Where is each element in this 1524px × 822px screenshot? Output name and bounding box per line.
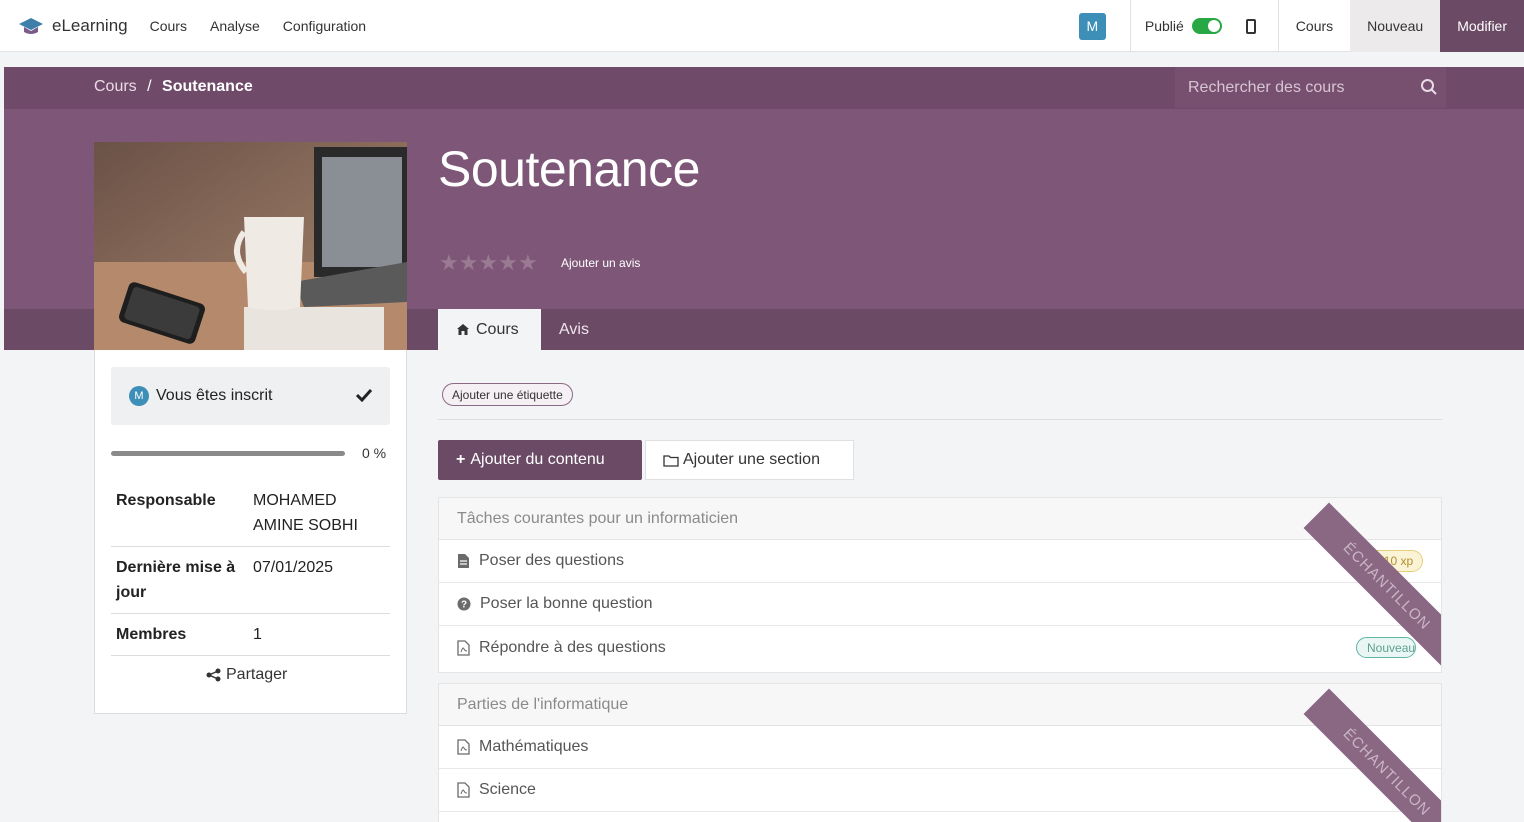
info-row-members: Membres 1 bbox=[111, 614, 390, 656]
document-icon bbox=[458, 554, 469, 568]
home-icon bbox=[457, 324, 469, 335]
star-icon: ★ bbox=[458, 250, 479, 275]
toggle-switch-icon[interactable] bbox=[1191, 18, 1222, 34]
add-section-label: Ajouter une section bbox=[683, 451, 820, 468]
plus-icon: + bbox=[456, 451, 466, 468]
lesson-title: Poser la bonne question bbox=[480, 595, 653, 612]
edit-button[interactable]: Modifier bbox=[1440, 0, 1524, 52]
share-icon bbox=[206, 668, 221, 682]
enrollment-status: M Vous êtes inscrit bbox=[111, 367, 390, 425]
breadcrumb-parent[interactable]: Cours bbox=[94, 78, 137, 95]
top-navbar: eLearning Cours Analyse Configuration M … bbox=[0, 0, 1524, 52]
breadcrumb: Cours / Soutenance bbox=[94, 78, 253, 96]
lesson-item[interactable]: ? Poser la bonne question bbox=[439, 583, 1441, 626]
progress-bar bbox=[111, 451, 345, 456]
svg-text:?: ? bbox=[461, 600, 467, 611]
pdf-icon bbox=[457, 739, 470, 755]
section-title[interactable]: Tâches courantes pour un informaticien bbox=[439, 498, 1441, 540]
app-brand[interactable]: eLearning bbox=[18, 16, 150, 36]
info-row-responsable: Responsable MOHAMED AMINE SOBHI bbox=[111, 480, 390, 547]
share-button[interactable]: Partager bbox=[206, 666, 287, 684]
search-input[interactable]: Rechercher des cours bbox=[1188, 79, 1345, 97]
divider bbox=[438, 419, 1442, 420]
mobile-preview-icon[interactable] bbox=[1245, 18, 1256, 34]
enrollment-text: Vous êtes inscrit bbox=[156, 387, 273, 404]
info-key: Dernière mise à jour bbox=[116, 559, 236, 601]
new-badge: Nouveau bbox=[1356, 637, 1416, 658]
lesson-item[interactable]: Poser des questions ⚑ 10 xp bbox=[439, 540, 1441, 583]
search-icon[interactable] bbox=[1420, 78, 1438, 96]
menu-analyse[interactable]: Analyse bbox=[210, 18, 260, 34]
share-label: Partager bbox=[226, 666, 288, 683]
pdf-icon bbox=[457, 782, 470, 798]
cours-button[interactable]: Cours bbox=[1279, 0, 1350, 52]
info-key: Membres bbox=[116, 626, 187, 643]
lesson-title: Poser des questions bbox=[479, 552, 624, 569]
info-value: 07/01/2025 bbox=[253, 559, 334, 576]
info-value: MOHAMED AMINE SOBHI bbox=[253, 492, 358, 534]
add-section-button[interactable]: Ajouter une section bbox=[645, 440, 854, 480]
tab-cours-label: Cours bbox=[476, 320, 519, 338]
course-section: Parties de l'informatique Mathématiques … bbox=[438, 683, 1442, 822]
add-content-label: Ajouter du contenu bbox=[470, 451, 605, 468]
star-icon: ★ bbox=[498, 250, 518, 275]
info-value: 1 bbox=[253, 626, 262, 643]
user-avatar-small: M bbox=[129, 386, 149, 406]
tab-cours[interactable]: Cours bbox=[438, 309, 541, 350]
pdf-icon bbox=[457, 639, 470, 656]
breadcrumb-separator: / bbox=[147, 78, 152, 95]
graduation-cap-icon bbox=[19, 17, 43, 34]
star-icon: ★ bbox=[478, 250, 499, 275]
publish-toggle[interactable]: Publié bbox=[1131, 18, 1236, 34]
lesson-title: Mathématiques bbox=[479, 738, 589, 755]
course-title: Soutenance bbox=[438, 141, 700, 197]
menu-configuration[interactable]: Configuration bbox=[283, 18, 366, 34]
lesson-title: Répondre à des questions bbox=[479, 638, 666, 656]
tab-avis[interactable]: Avis bbox=[541, 309, 589, 350]
top-right-actions: M Publié Cours Nouveau Modifier bbox=[1078, 0, 1524, 52]
section-title[interactable]: Parties de l'informatique bbox=[439, 684, 1441, 726]
add-review-link[interactable]: Ajouter un avis bbox=[561, 256, 640, 270]
app-name: eLearning bbox=[52, 15, 128, 35]
checkmark-icon bbox=[356, 388, 372, 402]
star-icon: ★ bbox=[517, 250, 538, 275]
lesson-item[interactable]: Science bbox=[439, 769, 1441, 812]
breadcrumb-current: Soutenance bbox=[162, 78, 253, 95]
folder-icon bbox=[663, 454, 679, 467]
new-button[interactable]: Nouveau bbox=[1350, 0, 1441, 52]
user-avatar[interactable]: M bbox=[1078, 12, 1106, 40]
lesson-title: Science bbox=[479, 781, 536, 798]
question-circle-icon: ? bbox=[457, 597, 471, 611]
course-info-table: Responsable MOHAMED AMINE SOBHI Dernière… bbox=[111, 480, 390, 656]
course-section: Tâches courantes pour un informaticien P… bbox=[438, 497, 1442, 673]
add-content-button[interactable]: + Ajouter du contenu bbox=[438, 440, 642, 480]
add-tag-button[interactable]: Ajouter une étiquette bbox=[442, 383, 573, 406]
lesson-item[interactable]: Répondre à des questions Nouveau bbox=[439, 626, 1441, 669]
info-key: Responsable bbox=[116, 492, 216, 509]
menu-cours[interactable]: Cours bbox=[150, 18, 187, 34]
progress-percent: 0 % bbox=[362, 445, 387, 461]
star-icon: ★ bbox=[439, 250, 459, 275]
rating-stars: ★ ★ ★ ★ ★ bbox=[439, 250, 538, 275]
lesson-item[interactable]: Mathématiques bbox=[439, 726, 1441, 769]
publish-label: Publié bbox=[1144, 18, 1184, 34]
search-box[interactable]: Rechercher des cours bbox=[1175, 67, 1446, 108]
info-row-last-update: Dernière mise à jour 07/01/2025 bbox=[111, 547, 390, 614]
course-cover-image bbox=[94, 142, 407, 350]
